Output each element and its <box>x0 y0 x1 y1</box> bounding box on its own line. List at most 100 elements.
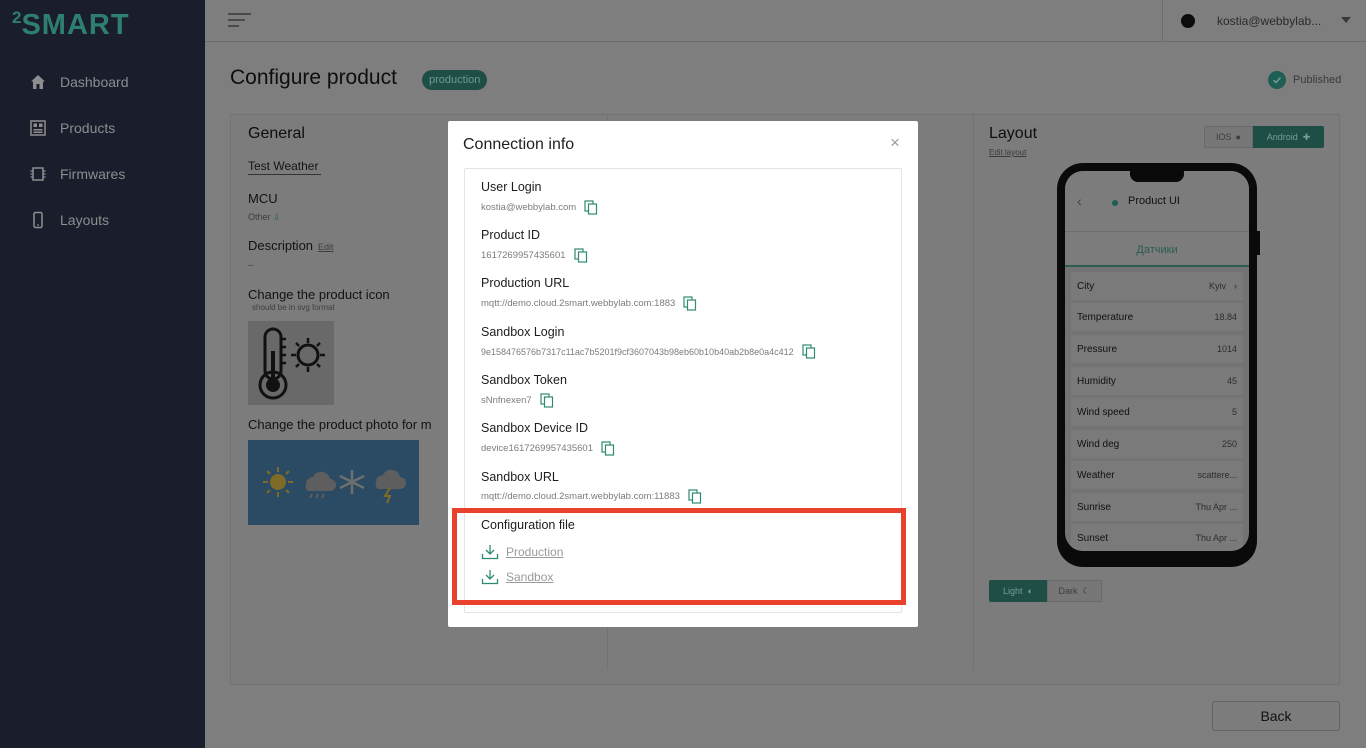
android-toggle-button[interactable]: Android ✚ <box>1253 126 1324 148</box>
mcu-label: MCU <box>248 191 278 206</box>
sidebar-item-label: Products <box>60 120 116 136</box>
sidebar-item-label: Dashboard <box>60 74 129 90</box>
dark-theme-button[interactable]: Dark ☾ <box>1047 580 1102 602</box>
modal-title: Connection info <box>463 136 575 153</box>
back-chevron-icon[interactable]: ‹ <box>1077 193 1082 209</box>
copy-icon[interactable] <box>688 489 702 504</box>
chip-icon <box>30 167 46 181</box>
sidebar-item-layouts[interactable]: Layouts <box>29 208 109 232</box>
phone-row: Weather scattere... <box>1071 461 1243 489</box>
home-icon <box>31 75 45 89</box>
row-value: 45 <box>1226 376 1237 386</box>
icon-label: Change the product icon <box>248 287 390 302</box>
field-value-sandbox-url: mqtt://demo.cloud.2smart.webbylab.com:11… <box>481 489 702 504</box>
row-key: Wind deg <box>1077 438 1120 450</box>
row-value: 1014 <box>1216 344 1237 354</box>
status-label: Published <box>1293 74 1342 86</box>
description-value: -- <box>248 260 254 270</box>
theme-toggle: Light ◐ Dark ☾ <box>989 580 1102 602</box>
row-value: 18.84 <box>1214 312 1237 322</box>
phone-screen: ‹ Product UI Датчики City Kyiv › Temperatu… <box>1065 171 1249 551</box>
row-value: Thu Apr ... <box>1195 533 1237 543</box>
row-key: Sunrise <box>1077 501 1111 513</box>
page-title: Configure product <box>230 66 397 89</box>
product-photo-upload[interactable] <box>248 440 419 525</box>
chevron-down-icon[interactable] <box>1341 17 1351 23</box>
back-button[interactable]: Back <box>1212 701 1340 731</box>
sidebar-item-dashboard[interactable]: Dashboard <box>29 70 129 94</box>
phone-row: Temperature 18.84 <box>1071 303 1243 331</box>
chevron-right-icon: › <box>1234 281 1237 291</box>
download-icon[interactable]: ⇩ <box>273 212 281 222</box>
row-key: Weather <box>1077 469 1115 481</box>
row-value: Kyiv › <box>1208 281 1237 291</box>
field-label-sandbox-token: Sandbox Token <box>481 373 567 387</box>
sidebar-item-label: Firmwares <box>60 166 126 182</box>
light-theme-button[interactable]: Light ◐ <box>989 580 1047 602</box>
column-divider <box>973 115 974 670</box>
row-value: 5 <box>1231 407 1237 417</box>
edit-layout-link[interactable]: Edit layout <box>989 148 1026 157</box>
copy-icon[interactable] <box>601 441 615 456</box>
phone-row[interactable]: City Kyiv › <box>1071 272 1243 300</box>
phone-header: ‹ Product UI <box>1065 171 1249 231</box>
ios-label: IOS <box>1216 132 1232 142</box>
field-label-user-login: User Login <box>481 180 542 194</box>
phone-tab[interactable]: Датчики <box>1065 231 1249 267</box>
row-key: City <box>1077 280 1095 292</box>
copy-icon[interactable] <box>802 344 816 359</box>
description-label: Description Edit <box>248 238 334 253</box>
highlight-frame <box>452 508 906 605</box>
weather-icons <box>263 467 406 504</box>
copy-icon[interactable] <box>540 393 554 408</box>
row-key: Pressure <box>1077 343 1118 355</box>
product-name-underline <box>248 174 321 175</box>
copy-icon[interactable] <box>584 200 598 215</box>
phone-title: Product UI <box>1128 195 1180 207</box>
thermometer-sun-icon <box>258 327 325 400</box>
field-value-sandbox-device-id: device1617269957435601 <box>481 441 615 456</box>
product-name[interactable]: Test Weather <box>248 159 318 173</box>
close-icon[interactable]: × <box>890 134 900 151</box>
row-value: scattere... <box>1197 470 1237 480</box>
moon-icon: ☾ <box>1082 585 1091 596</box>
field-label-production-url: Production URL <box>481 276 570 290</box>
status-badge: Published <box>1268 71 1341 89</box>
ios-toggle-button[interactable]: IOS ● <box>1204 126 1253 148</box>
phone-row: Sunset Thu Apr ... <box>1071 524 1243 551</box>
copy-icon[interactable] <box>573 248 588 263</box>
field-value-user-login: kostia@webbylab.com <box>481 200 598 215</box>
products-icon <box>30 120 46 136</box>
apple-icon: ● <box>1235 132 1241 142</box>
os-toggle: IOS ● Android ✚ <box>1204 126 1324 148</box>
sidebar: 2SMART Dashboard Products Firmwares Layo… <box>0 0 205 748</box>
row-key: Sunset <box>1077 532 1109 544</box>
copy-icon[interactable] <box>683 296 697 311</box>
user-menu[interactable]: kostia@webbylab... <box>1162 0 1366 42</box>
phone-icon <box>33 211 43 229</box>
general-title: General <box>248 125 305 142</box>
phone-row: Wind deg 250 <box>1071 430 1243 458</box>
photo-label: Change the product photo for m <box>248 417 432 432</box>
field-value-sandbox-token: sNnfnexen7 <box>481 393 554 408</box>
phone-notch <box>1130 171 1184 182</box>
status-dot-icon <box>1112 200 1118 206</box>
android-label: Android <box>1266 132 1298 142</box>
row-value: Thu Apr ... <box>1195 502 1237 512</box>
dark-label: Dark <box>1058 586 1078 596</box>
top-bar: kostia@webbylab... <box>205 0 1366 42</box>
phone-row: Humidity 45 <box>1071 367 1243 395</box>
avatar <box>1181 14 1195 28</box>
phone-row: Sunrise Thu Apr ... <box>1071 493 1243 521</box>
sidebar-item-products[interactable]: Products <box>29 116 115 140</box>
check-circle-icon <box>1268 71 1286 89</box>
product-icon-upload[interactable] <box>248 321 334 405</box>
row-key: Wind speed <box>1077 406 1130 418</box>
description-edit-link[interactable]: Edit <box>318 242 334 252</box>
sidebar-item-firmwares[interactable]: Firmwares <box>29 162 125 186</box>
app-logo[interactable]: 2SMART <box>12 8 130 42</box>
user-email: kostia@webbylab... <box>1217 14 1322 28</box>
phone-preview: ‹ Product UI Датчики City Kyiv › Temperatu… <box>1057 163 1260 567</box>
android-icon: ✚ <box>1302 131 1311 142</box>
menu-toggle-icon[interactable] <box>228 13 251 27</box>
